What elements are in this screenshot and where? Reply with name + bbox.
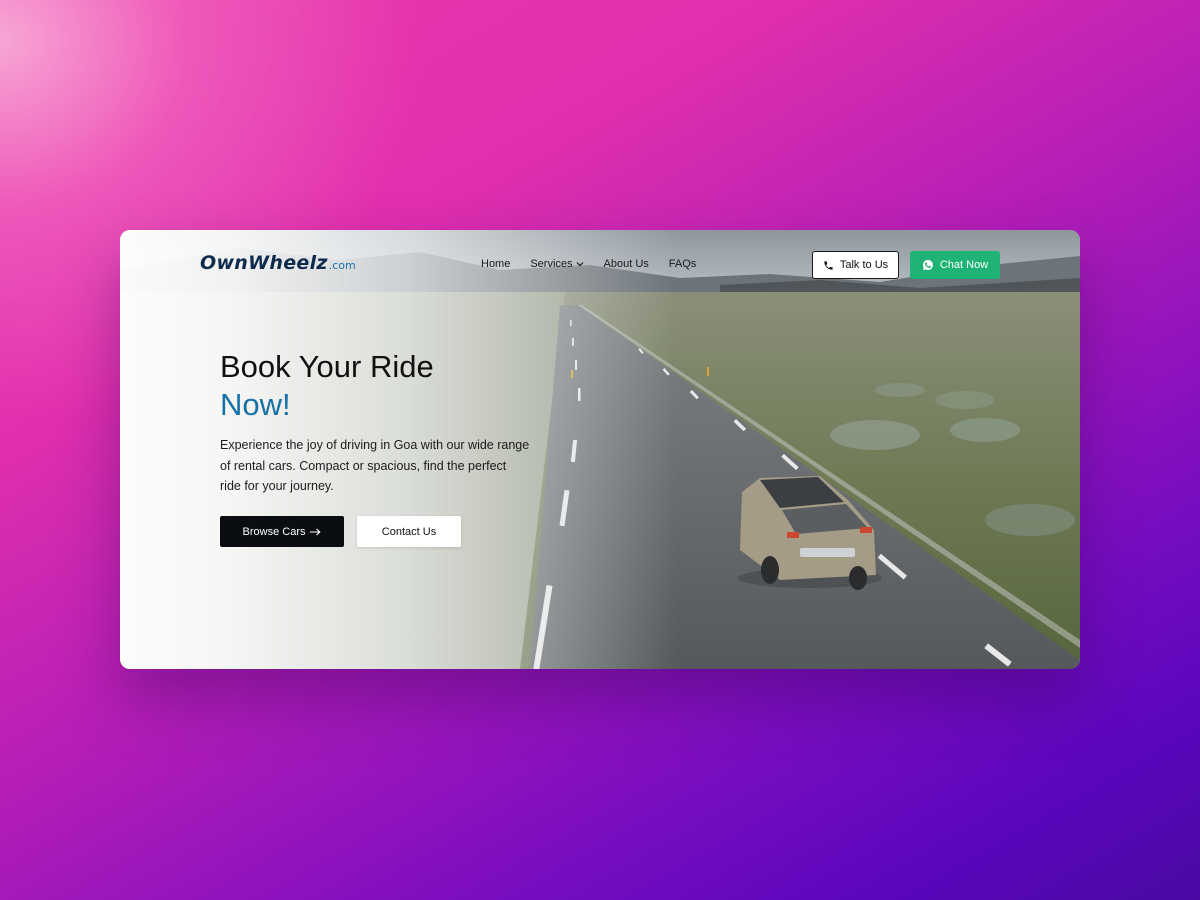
talk-to-us-label: Talk to Us (839, 259, 889, 271)
nav-services-label: Services (530, 258, 573, 270)
whatsapp-icon (922, 260, 933, 270)
contact-us-button[interactable]: Contact Us (357, 516, 461, 547)
chevron-down-icon (576, 262, 583, 267)
nav-home[interactable]: Home (481, 258, 510, 270)
site-logo[interactable]: OwnWheelz .com (200, 252, 356, 274)
phone-icon (824, 260, 833, 270)
browse-cars-button[interactable]: Browse Cars (220, 516, 344, 547)
nav-about-us[interactable]: About Us (604, 258, 649, 270)
hero-title: Book Your Ride Now! (220, 348, 434, 424)
hero-description: Experience the joy of driving in Goa wit… (220, 438, 530, 493)
website-window: OwnWheelz .com Home Services About Us FA… (120, 230, 1080, 669)
logo-suffix: .com (328, 259, 356, 272)
hero-title-accent: Now! (220, 387, 291, 422)
chat-now-label: Chat Now (939, 259, 989, 271)
hero-title-line1: Book Your Ride (220, 349, 434, 384)
browse-cars-label: Browse Cars (242, 525, 306, 538)
arrow-right-icon (310, 528, 322, 535)
chat-now-button[interactable]: Chat Now (910, 251, 1000, 279)
nav-faqs[interactable]: FAQs (669, 258, 697, 270)
main-nav: Home Services About Us FAQs (481, 258, 696, 270)
logo-wordmark: OwnWheelz (200, 252, 328, 274)
nav-services[interactable]: Services (530, 258, 583, 270)
talk-to-us-button[interactable]: Talk to Us (812, 251, 899, 279)
